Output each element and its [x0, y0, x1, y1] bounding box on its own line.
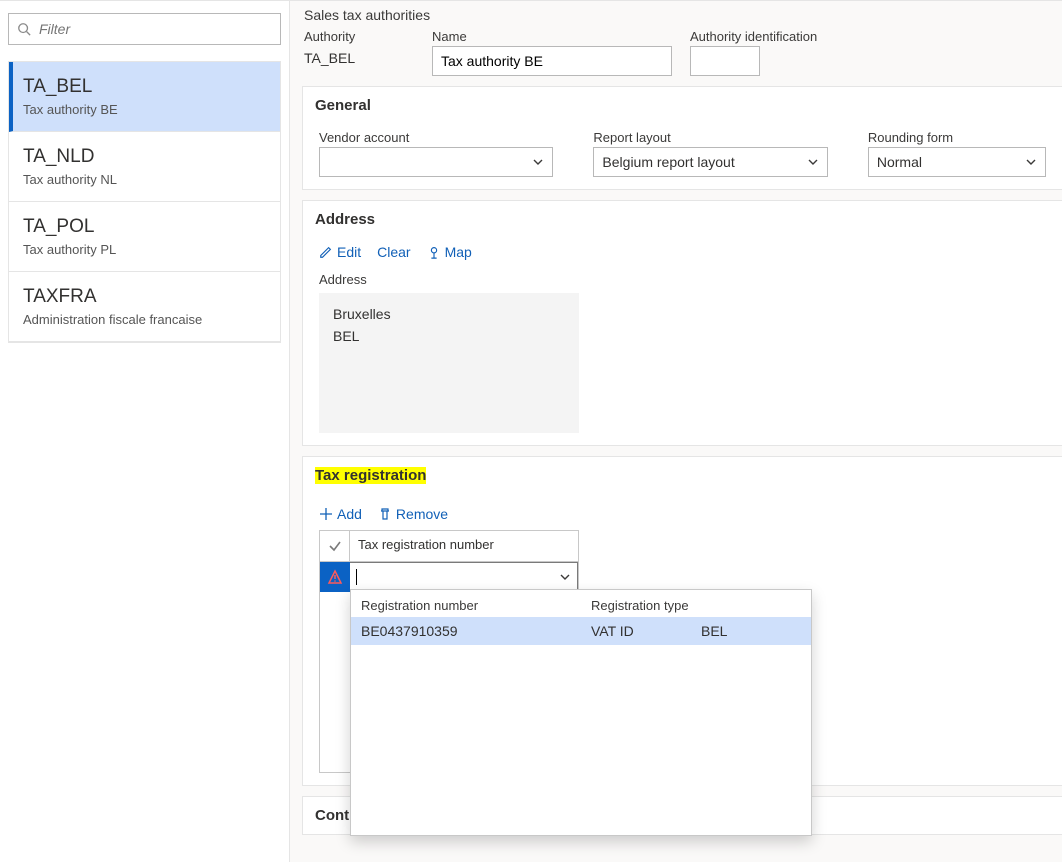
map-button[interactable]: Map: [427, 244, 472, 260]
address-line: BEL: [333, 325, 565, 347]
popup-cell: BEL: [701, 623, 801, 639]
vendor-label: Vendor account: [319, 130, 553, 145]
chevron-down-icon: [532, 156, 544, 168]
clear-button[interactable]: Clear: [377, 244, 410, 260]
address-field-label: Address: [319, 272, 1046, 287]
list-item[interactable]: TA_BEL Tax authority BE: [9, 62, 280, 132]
ident-input[interactable]: [690, 46, 760, 76]
page-title: Sales tax authorities: [304, 7, 1062, 23]
section-title[interactable]: Address: [303, 201, 1062, 238]
chevron-down-icon: [1025, 156, 1037, 168]
report-label: Report layout: [593, 130, 827, 145]
ident-label: Authority identification: [690, 29, 817, 44]
check-icon: [328, 539, 342, 553]
chevron-down-icon: [559, 571, 571, 583]
remove-button[interactable]: Remove: [378, 506, 448, 522]
list-item-name: Tax authority NL: [23, 172, 264, 187]
report-select[interactable]: Belgium report layout: [593, 147, 827, 177]
name-label: Name: [432, 29, 672, 44]
rounding-select[interactable]: Normal: [868, 147, 1046, 177]
vendor-select[interactable]: [319, 147, 553, 177]
warning-icon: [327, 569, 343, 585]
general-section: General Vendor account Report layout Bel…: [302, 86, 1062, 190]
popup-cell: VAT ID: [591, 623, 701, 639]
list-item[interactable]: TA_POL Tax authority PL: [9, 202, 280, 272]
column-header[interactable]: Tax registration number: [350, 531, 578, 561]
plus-icon: [319, 507, 333, 521]
popup-column-header[interactable]: Registration type: [591, 598, 701, 613]
select-all-checkbox[interactable]: [320, 531, 350, 561]
popup-cell: BE0437910359: [361, 623, 591, 639]
trash-icon: [378, 507, 392, 521]
list-item-code: TA_NLD: [23, 146, 264, 168]
address-section: Address Edit Clear Map Address Bruxelles: [302, 200, 1062, 446]
popup-row[interactable]: BE0437910359 VAT ID BEL: [351, 617, 811, 645]
list-item[interactable]: TAXFRA Administration fiscale francaise: [9, 272, 280, 342]
address-display: Bruxelles BEL: [319, 293, 579, 433]
popup-column-header[interactable]: Registration number: [361, 598, 591, 613]
authority-label: Authority: [304, 29, 414, 44]
search-icon: [17, 22, 31, 36]
filter-input-wrap[interactable]: [8, 13, 281, 45]
address-line: Bruxelles: [333, 303, 565, 325]
sidebar: TA_BEL Tax authority BE TA_NLD Tax autho…: [0, 1, 290, 862]
main-panel: Sales tax authorities Authority TA_BEL N…: [290, 1, 1062, 862]
list-item-name: Administration fiscale francaise: [23, 312, 264, 327]
section-title[interactable]: General: [303, 87, 1062, 124]
section-title[interactable]: Tax registration: [303, 457, 1062, 494]
tax-registration-number-input[interactable]: [350, 562, 578, 592]
map-pin-icon: [427, 245, 441, 259]
authority-list: TA_BEL Tax authority BE TA_NLD Tax autho…: [8, 61, 281, 343]
list-item-name: Tax authority BE: [23, 102, 264, 117]
pencil-icon: [319, 245, 333, 259]
add-button[interactable]: Add: [319, 506, 362, 522]
filter-input[interactable]: [37, 20, 272, 38]
list-item-code: TA_BEL: [23, 76, 264, 98]
chevron-down-icon: [807, 156, 819, 168]
list-item-code: TA_POL: [23, 216, 264, 238]
rounding-label: Rounding form: [868, 130, 1046, 145]
row-status-indicator: [320, 562, 350, 592]
name-input[interactable]: [432, 46, 672, 76]
list-item-name: Tax authority PL: [23, 242, 264, 257]
list-item-code: TAXFRA: [23, 286, 264, 308]
tax-registration-section: Tax registration Add Remove: [302, 456, 1062, 786]
edit-button[interactable]: Edit: [319, 244, 361, 260]
authority-value: TA_BEL: [304, 46, 414, 70]
registration-lookup-popup: Registration number Registration type BE…: [350, 589, 812, 836]
list-item[interactable]: TA_NLD Tax authority NL: [9, 132, 280, 202]
